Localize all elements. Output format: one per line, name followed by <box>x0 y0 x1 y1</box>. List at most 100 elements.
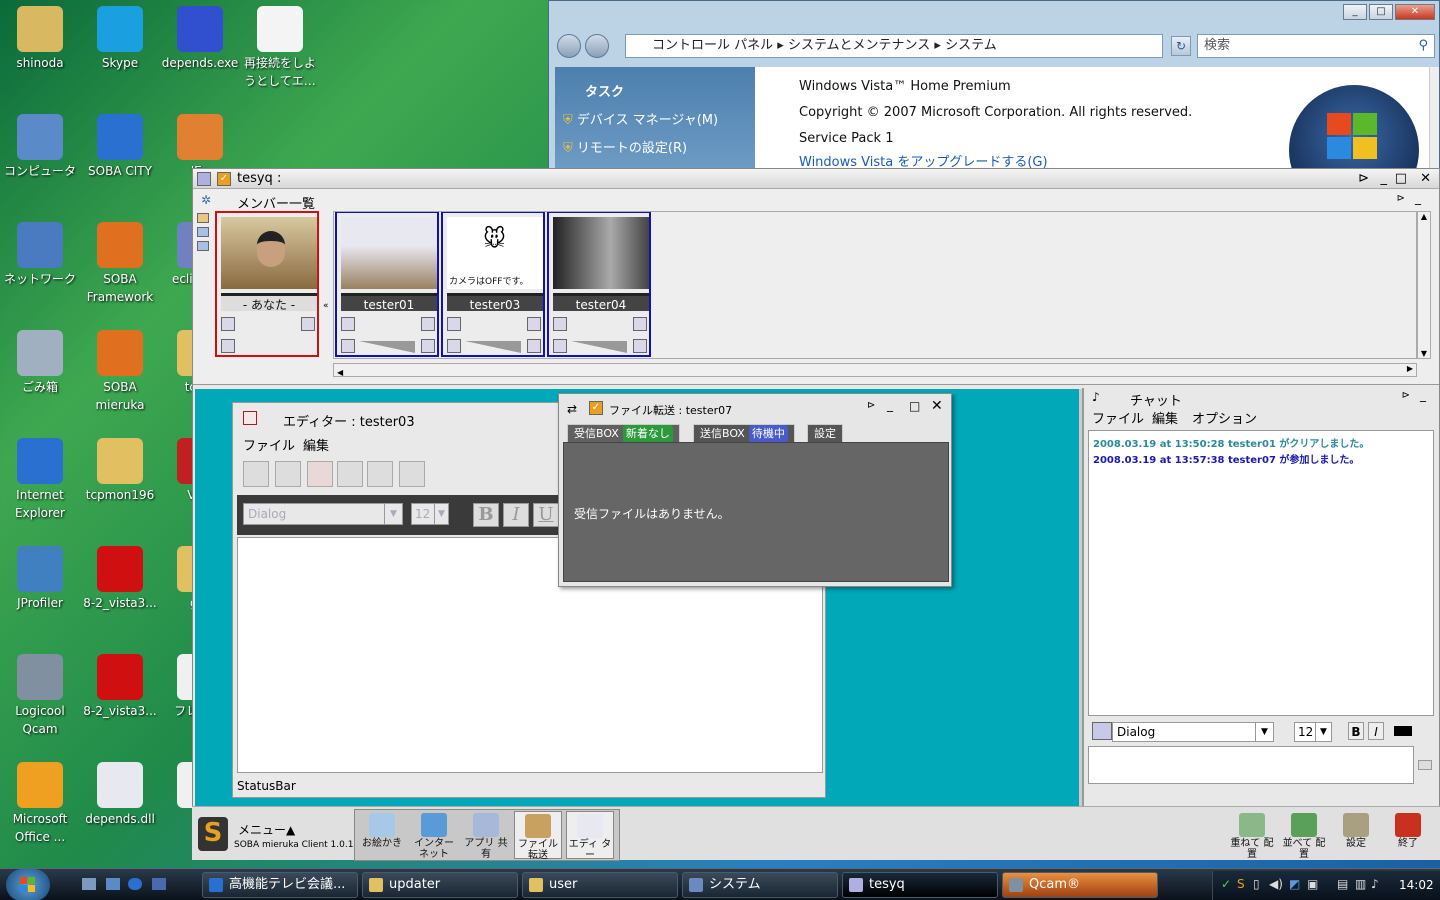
pin-icon[interactable]: ⊳ <box>867 400 875 411</box>
minimize-icon[interactable]: _ <box>1420 388 1426 402</box>
menu-button[interactable]: メニュー▲ <box>238 821 295 838</box>
desktop-icon[interactable]: 8-2_vista3... <box>80 546 160 612</box>
minimize-button[interactable]: _ <box>1343 4 1367 20</box>
font-select[interactable]: Dialog ▼ <box>243 503 403 525</box>
tab-outbox[interactable]: 送信BOX 待機中 <box>693 424 795 443</box>
show-desktop-icon[interactable] <box>82 878 96 890</box>
mute-icon[interactable] <box>633 339 647 353</box>
breadcrumb-item[interactable]: システムとメンテナンス <box>788 38 930 53</box>
mute-icon[interactable] <box>421 339 435 353</box>
desktop-icon[interactable]: SOBA mieruka <box>80 330 160 414</box>
minimize-icon[interactable]: _ <box>1381 169 1388 189</box>
network-icon[interactable]: ▤ <box>1337 877 1348 891</box>
ie-quicklaunch-icon[interactable] <box>128 878 142 890</box>
scrollbar[interactable] <box>1429 67 1439 171</box>
tray-icon[interactable]: ▣ <box>1307 877 1318 891</box>
save-icon[interactable] <box>307 461 333 487</box>
chat-italic-button[interactable]: I <box>1368 722 1384 740</box>
menu-file[interactable]: ファイル <box>243 435 295 454</box>
tray-icon[interactable]: ✓ <box>1221 877 1231 891</box>
desktop-icon[interactable]: shinoda <box>0 6 80 72</box>
forward-button[interactable] <box>585 34 609 58</box>
start-button[interactable] <box>6 869 50 900</box>
speaker-icon[interactable] <box>341 339 355 353</box>
close-button[interactable]: ✕ <box>1395 4 1435 20</box>
emoticon-icon[interactable] <box>1092 722 1112 740</box>
paste-icon[interactable] <box>399 461 425 487</box>
italic-button[interactable]: I <box>503 503 529 527</box>
speaker-icon[interactable] <box>447 339 461 353</box>
close-icon[interactable]: ✕ <box>931 398 943 414</box>
breadcrumb-item[interactable]: コントロール パネル <box>652 38 773 53</box>
chat-menu-edit[interactable]: 編集 <box>1152 408 1178 427</box>
desktop-icon[interactable]: コンピュータ <box>0 114 80 180</box>
tile-button[interactable]: 並べて 配置 <box>1280 811 1328 860</box>
desktop-icon[interactable]: JProfiler <box>0 546 80 612</box>
camera-toggle-icon[interactable] <box>221 317 235 331</box>
desktop-icon[interactable]: Microsoft Office ... <box>0 762 80 846</box>
member-card[interactable]: 🐭 カメラはOFFです。 tester03 <box>441 211 545 357</box>
desktop-icon[interactable]: ごみ箱 <box>0 330 80 396</box>
back-button[interactable] <box>557 34 581 58</box>
desktop-icon[interactable]: tcpmon196 <box>80 438 160 504</box>
tray-icon[interactable]: S <box>1237 877 1245 891</box>
checkbox-icon[interactable]: ✓ <box>589 401 603 415</box>
pin-icon[interactable]: ⊳ <box>1397 193 1405 204</box>
open-file-icon[interactable] <box>275 461 301 487</box>
new-file-icon[interactable] <box>243 461 269 487</box>
taskbar-button[interactable]: 高機能テレビ会議... <box>202 872 358 898</box>
expand-icon[interactable] <box>421 317 435 331</box>
volume-slider[interactable] <box>571 341 627 353</box>
speaker-icon[interactable]: ♪ <box>1371 877 1379 891</box>
vertical-scrollbar[interactable]: ▲ ▼ <box>1417 211 1431 359</box>
horizontal-scrollbar[interactable]: ◀ ▶ <box>333 363 1417 377</box>
chat-menu-options[interactable]: オプション <box>1192 408 1257 427</box>
chat-bold-button[interactable]: B <box>1348 722 1364 740</box>
desktop-icon[interactable]: 再接続をしようとしてエ… <box>240 6 320 90</box>
exit-button[interactable]: 終了 <box>1384 811 1432 859</box>
address-bar[interactable]: コントロール パネル ▸ システムとメンテナンス ▸ システム <box>625 34 1163 58</box>
desktop-icon[interactable]: SOBA CITY <box>80 114 160 180</box>
maximize-icon[interactable]: □ <box>909 399 920 413</box>
soba-logo-icon[interactable]: S <box>198 817 228 851</box>
desktop-icon[interactable]: Internet Explorer <box>0 438 80 522</box>
cut-icon[interactable] <box>337 461 363 487</box>
chat-size-select[interactable]: 12 ▼ <box>1294 722 1332 742</box>
tray-icon[interactable]: ▯ <box>1253 877 1260 891</box>
cascade-button[interactable]: 重ねて 配置 <box>1228 811 1276 860</box>
bold-button[interactable]: B <box>473 503 499 527</box>
volume-icon[interactable]: ◀) <box>1269 877 1283 891</box>
desktop-icon[interactable]: ネットワーク <box>0 222 80 288</box>
chat-font-select[interactable]: Dialog ▼ <box>1112 722 1274 742</box>
desktop-icon[interactable]: Logicool Qcam <box>0 654 80 738</box>
pin-icon[interactable]: ⊳ <box>1358 169 1369 189</box>
close-icon[interactable]: ✕ <box>1420 169 1431 189</box>
tool-button[interactable]: お絵かき <box>358 811 406 859</box>
desktop-icon[interactable]: depends.exe <box>160 6 240 72</box>
tool-button[interactable]: ファイル転送 <box>514 811 562 861</box>
minimize-icon[interactable]: _ <box>887 398 893 412</box>
view-toggle[interactable] <box>197 213 213 263</box>
menu-edit[interactable]: 編集 <box>303 435 329 454</box>
desktop-icon[interactable]: 8-2_vista3... <box>80 654 160 720</box>
taskbar-button[interactable]: Qcam® <box>1002 872 1158 898</box>
taskbar-button[interactable]: updater <box>362 872 518 898</box>
desktop-icon[interactable]: depends.dll <box>80 762 160 828</box>
microphone-icon[interactable] <box>221 339 235 353</box>
tray-icon[interactable]: ▥ <box>1355 877 1366 891</box>
checkbox-icon[interactable]: ✓ <box>217 172 231 186</box>
refresh-icon[interactable]: ↻ <box>1171 36 1191 56</box>
desktop-icon[interactable]: SOBA Framework <box>80 222 160 306</box>
maximize-icon[interactable]: □ <box>1395 169 1407 189</box>
chat-input[interactable] <box>1088 746 1414 784</box>
taskbar-button[interactable]: システム <box>682 872 838 898</box>
chat-menu-file[interactable]: ファイル <box>1092 408 1144 427</box>
maximize-button[interactable]: □ <box>1369 4 1393 20</box>
switch-windows-icon[interactable] <box>106 878 120 890</box>
tool-button[interactable]: インター ネット <box>410 811 458 860</box>
settings-button[interactable]: 設定 <box>1332 811 1380 859</box>
expand-icon[interactable] <box>301 317 315 331</box>
device-manager-link[interactable]: ⛨ デバイス マネージャ(M) <box>563 109 718 128</box>
quicklaunch-icon[interactable] <box>152 878 166 890</box>
taskbar-button[interactable]: user <box>522 872 678 898</box>
